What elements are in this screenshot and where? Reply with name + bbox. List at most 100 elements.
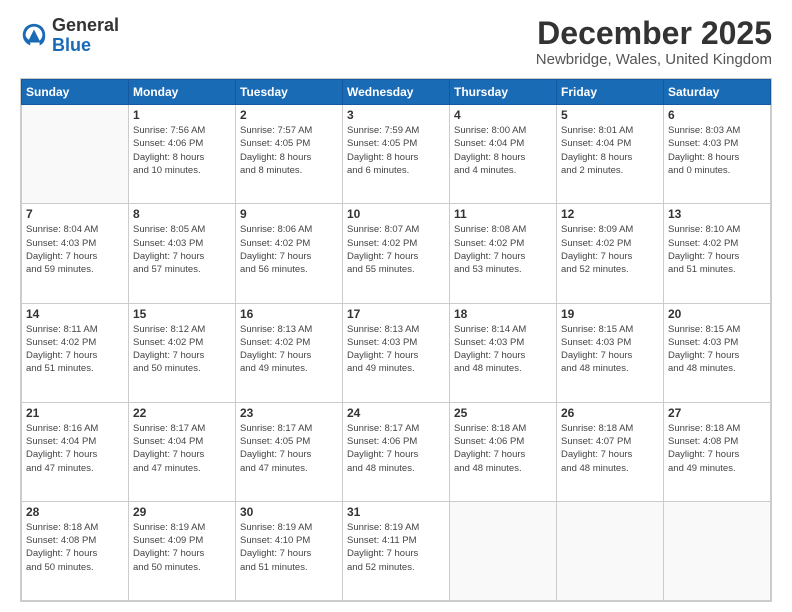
table-row: 16 Sunrise: 8:13 AMSunset: 4:02 PMDayligh… (236, 303, 343, 402)
day-number: 21 (26, 406, 124, 420)
day-info: Sunrise: 8:01 AMSunset: 4:04 PMDaylight:… (561, 124, 659, 177)
logo: General Blue (20, 16, 119, 56)
header: General Blue December 2025 Newbridge, Wa… (20, 16, 772, 68)
header-monday: Monday (129, 80, 236, 105)
day-number: 11 (454, 207, 552, 221)
day-info: Sunrise: 8:04 AMSunset: 4:03 PMDaylight:… (26, 223, 124, 276)
table-row (557, 501, 664, 600)
day-info: Sunrise: 8:12 AMSunset: 4:02 PMDaylight:… (133, 323, 231, 376)
day-info: Sunrise: 8:13 AMSunset: 4:03 PMDaylight:… (347, 323, 445, 376)
day-number: 4 (454, 108, 552, 122)
day-number: 16 (240, 307, 338, 321)
day-info: Sunrise: 8:16 AMSunset: 4:04 PMDaylight:… (26, 422, 124, 475)
table-row: 27 Sunrise: 8:18 AMSunset: 4:08 PMDayligh… (664, 402, 771, 501)
day-number: 9 (240, 207, 338, 221)
month-title: December 2025 (536, 16, 772, 51)
day-number: 26 (561, 406, 659, 420)
day-info: Sunrise: 8:19 AMSunset: 4:10 PMDaylight:… (240, 521, 338, 574)
day-number: 28 (26, 505, 124, 519)
table-row: 12 Sunrise: 8:09 AMSunset: 4:02 PMDayligh… (557, 204, 664, 303)
day-info: Sunrise: 8:15 AMSunset: 4:03 PMDaylight:… (561, 323, 659, 376)
day-info: Sunrise: 8:00 AMSunset: 4:04 PMDaylight:… (454, 124, 552, 177)
table-row: 18 Sunrise: 8:14 AMSunset: 4:03 PMDayligh… (450, 303, 557, 402)
day-info: Sunrise: 8:09 AMSunset: 4:02 PMDaylight:… (561, 223, 659, 276)
table-row: 29Sunrise: 8:19 AMSunset: 4:09 PMDayligh… (129, 501, 236, 600)
table-row: 11 Sunrise: 8:08 AMSunset: 4:02 PMDayligh… (450, 204, 557, 303)
day-info: Sunrise: 8:19 AMSunset: 4:09 PMDaylight:… (133, 521, 231, 574)
day-number: 19 (561, 307, 659, 321)
table-row: 22 Sunrise: 8:17 AMSunset: 4:04 PMDayligh… (129, 402, 236, 501)
header-saturday: Saturday (664, 80, 771, 105)
day-number: 1 (133, 108, 231, 122)
day-number: 5 (561, 108, 659, 122)
table-row: 17 Sunrise: 8:13 AMSunset: 4:03 PMDayligh… (343, 303, 450, 402)
table-row: 7 Sunrise: 8:04 AMSunset: 4:03 PMDaylight… (22, 204, 129, 303)
location: Newbridge, Wales, United Kingdom (536, 51, 772, 68)
day-info: Sunrise: 8:18 AMSunset: 4:07 PMDaylight:… (561, 422, 659, 475)
day-info: Sunrise: 8:18 AMSunset: 4:08 PMDaylight:… (26, 521, 124, 574)
table-row: 30 Sunrise: 8:19 AMSunset: 4:10 PMDayligh… (236, 501, 343, 600)
day-info: Sunrise: 8:06 AMSunset: 4:02 PMDaylight:… (240, 223, 338, 276)
table-row: 5 Sunrise: 8:01 AMSunset: 4:04 PMDaylight… (557, 105, 664, 204)
day-number: 12 (561, 207, 659, 221)
day-info: Sunrise: 7:56 AMSunset: 4:06 PMDaylight:… (133, 124, 231, 177)
day-info: Sunrise: 8:19 AMSunset: 4:11 PMDaylight:… (347, 521, 445, 574)
day-number: 15 (133, 307, 231, 321)
day-number: 20 (668, 307, 766, 321)
day-number: 17 (347, 307, 445, 321)
table-row: 21 Sunrise: 8:16 AMSunset: 4:04 PMDayligh… (22, 402, 129, 501)
day-info: Sunrise: 8:18 AMSunset: 4:06 PMDaylight:… (454, 422, 552, 475)
table-row: 1 Sunrise: 7:56 AMSunset: 4:06 PMDaylight… (129, 105, 236, 204)
day-number: 24 (347, 406, 445, 420)
table-row: 8Sunrise: 8:05 AMSunset: 4:03 PMDaylight… (129, 204, 236, 303)
day-number: 14 (26, 307, 124, 321)
day-info: Sunrise: 8:10 AMSunset: 4:02 PMDaylight:… (668, 223, 766, 276)
day-number: 18 (454, 307, 552, 321)
day-info: Sunrise: 8:18 AMSunset: 4:08 PMDaylight:… (668, 422, 766, 475)
logo-text: General Blue (52, 16, 119, 56)
table-row: 19 Sunrise: 8:15 AMSunset: 4:03 PMDayligh… (557, 303, 664, 402)
day-number: 23 (240, 406, 338, 420)
day-info: Sunrise: 8:08 AMSunset: 4:02 PMDaylight:… (454, 223, 552, 276)
day-info: Sunrise: 8:15 AMSunset: 4:03 PMDaylight:… (668, 323, 766, 376)
table-row: 9 Sunrise: 8:06 AMSunset: 4:02 PMDaylight… (236, 204, 343, 303)
day-number: 30 (240, 505, 338, 519)
table-row: 6 Sunrise: 8:03 AMSunset: 4:03 PMDaylight… (664, 105, 771, 204)
table-row: 25Sunrise: 8:18 AMSunset: 4:06 PMDayligh… (450, 402, 557, 501)
day-number: 7 (26, 207, 124, 221)
day-info: Sunrise: 8:03 AMSunset: 4:03 PMDaylight:… (668, 124, 766, 177)
header-sunday: Sunday (22, 80, 129, 105)
table-row: 28 Sunrise: 8:18 AMSunset: 4:08 PMDayligh… (22, 501, 129, 600)
table-row (22, 105, 129, 204)
table-row: 3 Sunrise: 7:59 AMSunset: 4:05 PMDaylight… (343, 105, 450, 204)
day-info: Sunrise: 8:13 AMSunset: 4:02 PMDaylight:… (240, 323, 338, 376)
page: General Blue December 2025 Newbridge, Wa… (0, 0, 792, 612)
header-friday: Friday (557, 80, 664, 105)
calendar: Sunday Monday Tuesday Wednesday Thursday… (20, 78, 772, 602)
day-info: Sunrise: 7:57 AMSunset: 4:05 PMDaylight:… (240, 124, 338, 177)
header-tuesday: Tuesday (236, 80, 343, 105)
day-number: 10 (347, 207, 445, 221)
day-number: 27 (668, 406, 766, 420)
table-row: 14 Sunrise: 8:11 AMSunset: 4:02 PMDayligh… (22, 303, 129, 402)
day-number: 3 (347, 108, 445, 122)
day-info: Sunrise: 8:14 AMSunset: 4:03 PMDaylight:… (454, 323, 552, 376)
day-number: 6 (668, 108, 766, 122)
header-wednesday: Wednesday (343, 80, 450, 105)
table-row: 24Sunrise: 8:17 AMSunset: 4:06 PMDayligh… (343, 402, 450, 501)
calendar-header-row: Sunday Monday Tuesday Wednesday Thursday… (22, 80, 771, 105)
logo-icon (20, 22, 48, 50)
day-number: 31 (347, 505, 445, 519)
day-info: Sunrise: 8:17 AMSunset: 4:04 PMDaylight:… (133, 422, 231, 475)
day-info: Sunrise: 8:05 AMSunset: 4:03 PMDaylight:… (133, 223, 231, 276)
day-info: Sunrise: 7:59 AMSunset: 4:05 PMDaylight:… (347, 124, 445, 177)
table-row: 10 Sunrise: 8:07 AMSunset: 4:02 PMDayligh… (343, 204, 450, 303)
table-row: 15 Sunrise: 8:12 AMSunset: 4:02 PMDayligh… (129, 303, 236, 402)
title-block: December 2025 Newbridge, Wales, United K… (536, 16, 772, 68)
day-info: Sunrise: 8:11 AMSunset: 4:02 PMDaylight:… (26, 323, 124, 376)
day-info: Sunrise: 8:07 AMSunset: 4:02 PMDaylight:… (347, 223, 445, 276)
day-number: 22 (133, 406, 231, 420)
table-row (450, 501, 557, 600)
day-number: 2 (240, 108, 338, 122)
table-row (664, 501, 771, 600)
